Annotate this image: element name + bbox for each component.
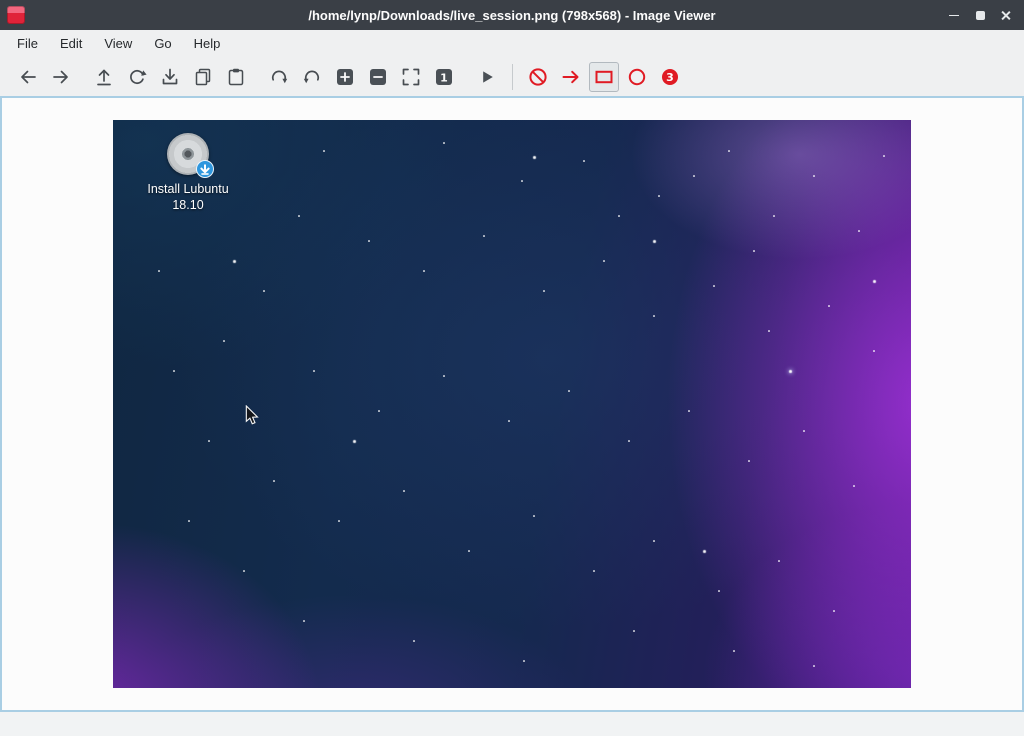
menu-help[interactable]: Help	[183, 30, 232, 57]
svg-text:3: 3	[666, 71, 674, 84]
cd-disc-icon	[167, 133, 209, 175]
open-file-button[interactable]	[89, 62, 119, 92]
original-size-button[interactable]: 1	[429, 62, 459, 92]
mouse-cursor-icon	[245, 405, 260, 426]
titlebar[interactable]: /home/lynp/Downloads/live_session.png (7…	[0, 0, 1024, 30]
paste-button[interactable]	[221, 62, 251, 92]
menu-edit[interactable]: Edit	[49, 30, 93, 57]
download-badge-icon	[196, 160, 214, 178]
zoom-out-button[interactable]	[363, 62, 393, 92]
reload-button[interactable]	[122, 62, 152, 92]
slideshow-button[interactable]	[472, 62, 502, 92]
menubar: File Edit View Go Help	[0, 30, 1024, 57]
save-file-button[interactable]	[155, 62, 185, 92]
toolbar: 13	[0, 57, 1024, 96]
no-annotation-button[interactable]	[523, 62, 553, 92]
close-icon[interactable]	[1000, 9, 1012, 21]
svg-text:1: 1	[440, 71, 448, 84]
number-annotation-button[interactable]: 3	[655, 62, 685, 92]
image-viewer-app-icon	[7, 6, 25, 24]
circle-annotation-button[interactable]	[622, 62, 652, 92]
fit-window-button[interactable]	[396, 62, 426, 92]
rotate-counterclockwise-button[interactable]	[297, 62, 327, 92]
image-viewport[interactable]: Install Lubuntu 18.10	[0, 96, 1024, 712]
next-image-button[interactable]	[46, 62, 76, 92]
menu-go[interactable]: Go	[143, 30, 182, 57]
window-title: /home/lynp/Downloads/live_session.png (7…	[308, 8, 715, 23]
window-controls	[948, 9, 1012, 21]
rotate-clockwise-button[interactable]	[264, 62, 294, 92]
minimize-icon[interactable]	[948, 9, 960, 21]
status-bar	[0, 712, 1024, 736]
copy-button[interactable]	[188, 62, 218, 92]
displayed-image[interactable]: Install Lubuntu 18.10	[113, 120, 911, 688]
install-lubuntu-desktop-icon: Install Lubuntu 18.10	[133, 133, 243, 214]
desktop-icon-label: Install Lubuntu 18.10	[133, 181, 243, 214]
arrow-annotation-button[interactable]	[556, 62, 586, 92]
zoom-in-button[interactable]	[330, 62, 360, 92]
image-viewer-window: /home/lynp/Downloads/live_session.png (7…	[0, 0, 1024, 736]
bright-stars-layer	[113, 120, 116, 123]
previous-image-button[interactable]	[13, 62, 43, 92]
toolbar-separator	[512, 64, 513, 90]
menu-view[interactable]: View	[93, 30, 143, 57]
rectangle-annotation-button[interactable]	[589, 62, 619, 92]
maximize-icon[interactable]	[974, 9, 986, 21]
menu-file[interactable]: File	[6, 30, 49, 57]
